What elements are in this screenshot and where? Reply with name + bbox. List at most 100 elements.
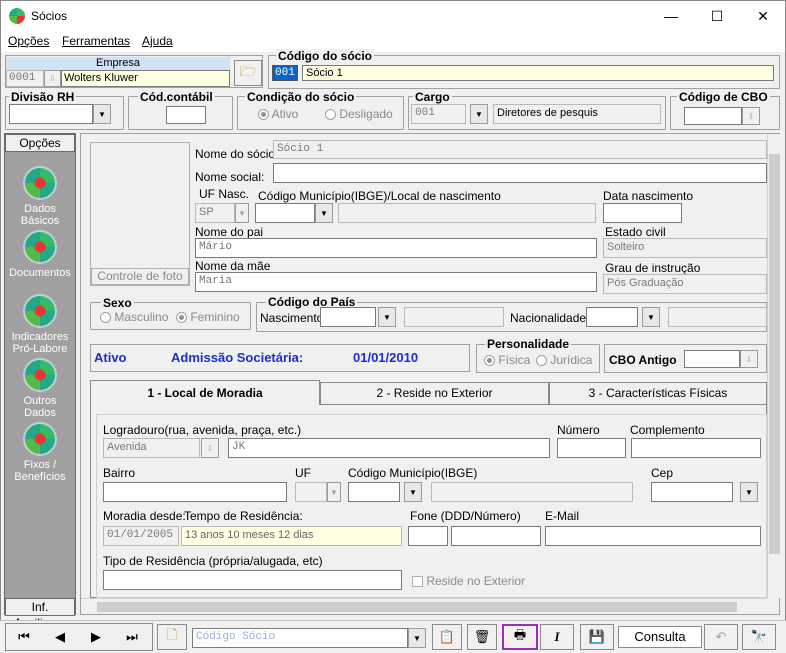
socio-code-input[interactable]: 001 [272,65,298,81]
moradia-desde-input[interactable]: 01/01/2005 [103,526,179,546]
search-socio-input[interactable]: Código Sócio [192,628,408,648]
municipio-nasc-code-input[interactable] [255,203,315,223]
foto-button[interactable]: Controle de foto [91,268,189,285]
tab-caracteristicas-fisicas[interactable]: 3 - Características Físicas [549,382,767,404]
masculino-radio[interactable]: Masculino [100,310,168,324]
close-button[interactable]: ✕ [740,1,786,31]
uf-select[interactable] [295,482,327,502]
divisao-dropdown[interactable]: ▼ [93,104,111,124]
report-button[interactable]: 📋 [432,624,462,650]
logradouro-tipo-lookup[interactable]: ⇩ [201,438,219,458]
cbo-antigo-lookup[interactable]: ⇩ [740,350,758,368]
italic-button[interactable]: I [540,624,574,650]
feminino-radio[interactable]: Feminino [176,310,240,324]
personalidade-title: Personalidade [485,337,572,351]
title-bar: Sócios — ☐ ✕ [0,0,786,30]
bairro-input[interactable] [103,482,287,502]
empresa-lookup-button[interactable]: ⇩ [44,70,61,87]
print-button[interactable]: 🖶 [502,624,538,650]
numero-input[interactable] [557,438,626,458]
estado-civil-select[interactable]: Solteiro [603,238,767,258]
uf-nasc-dropdown[interactable]: ▼ [235,203,249,223]
radio-icon [100,312,111,324]
municipio-dropdown[interactable]: ▼ [404,482,422,502]
pai-input[interactable]: Mário [195,238,597,258]
nome-social-input[interactable] [273,163,767,183]
tab-reside-exterior[interactable]: 2 - Reside no Exterior [320,382,549,404]
condicao-ativo-radio[interactable]: Ativo [258,107,298,121]
new-document-button[interactable]: 🗋 [157,624,187,650]
cep-input[interactable] [651,482,733,502]
mae-input[interactable]: Maria [195,272,597,292]
complemento-input[interactable] [631,438,761,458]
nacionalidade-dropdown[interactable]: ▼ [642,307,660,327]
find-button[interactable]: 🔭 [742,624,776,650]
scrollbar-thumb[interactable] [769,154,780,554]
tab-local-moradia[interactable]: 1 - Local de Moradia [90,380,320,405]
socio-name-input[interactable]: Sócio 1 [302,65,774,81]
delete-button[interactable]: 🗑 [467,624,497,650]
municipio-nasc-dropdown[interactable]: ▼ [315,203,333,223]
municipio-label: Código Município(IBGE) [348,466,478,480]
nacionalidade-input[interactable] [586,307,638,327]
divisao-input[interactable] [9,104,93,124]
juridica-radio[interactable]: Jurídica [536,353,592,367]
fone-ddd-input[interactable] [408,526,448,546]
condicao-desligado-radio[interactable]: Desligado [325,107,393,121]
cbo-antigo-input[interactable] [684,350,740,368]
sexo-title: Sexo [101,296,134,310]
pais-nascimento-input[interactable] [320,307,376,327]
sidebar-item-fixos-beneficios[interactable]: Fixos / Benefícios [5,422,75,483]
report-icon: 📋 [438,629,456,644]
contabil-input[interactable] [166,106,206,124]
vertical-scrollbar[interactable] [767,134,780,598]
sidebar-footer-button[interactable]: Inf. Auxiliares [5,598,75,630]
data-nasc-input[interactable] [603,203,682,223]
open-folder-button[interactable]: 🗁 [234,60,262,86]
previous-record-button[interactable]: ◀ [42,624,78,650]
empresa-code-input[interactable]: 0001 [6,70,44,87]
nome-socio-input[interactable]: Sócio 1 [273,140,767,159]
globe-icon [23,294,57,328]
logradouro-label: Logradouro(rua, avenida, praça, etc.) [103,423,302,437]
sidebar-item-documentos[interactable]: Documentos [5,230,75,279]
uf-dropdown[interactable]: ▼ [327,482,341,502]
sidebar-item-label: Dados Básicos [20,203,60,227]
cbo-lookup-button[interactable]: ⇩ [742,107,760,125]
logradouro-tipo-input[interactable]: Avenida [103,438,200,458]
pais-nascimento-dropdown[interactable]: ▼ [378,307,396,327]
cargo-dropdown[interactable]: ▼ [470,104,488,124]
last-record-button[interactable]: ⏭ [114,624,150,650]
grau-select[interactable]: Pós Graduação [603,274,767,294]
cargo-code-input[interactable]: 001 [411,104,466,124]
next-record-button[interactable]: ▶ [78,624,114,650]
municipio-input[interactable] [348,482,400,502]
scrollbar-thumb[interactable] [97,602,737,612]
minimize-button[interactable]: — [648,1,694,31]
logradouro-input[interactable]: JK [228,438,550,458]
save-button[interactable]: 💾 [580,624,614,650]
tipo-residencia-input[interactable] [103,570,402,590]
sidebar-item-dados-basicos[interactable]: Dados Básicos [5,166,75,227]
feminino-label: Feminino [190,310,240,324]
fone-numero-input[interactable] [451,526,541,546]
municipio-nasc-label: Código Município(IBGE)/Local de nascimen… [258,189,501,203]
reside-exterior-checkbox[interactable]: Reside no Exterior [412,574,525,588]
empresa-name-input[interactable]: Wolters Kluwer [61,70,230,87]
menu-ferramentas[interactable]: Ferramentas [62,34,130,48]
uf-nasc-select[interactable]: SP [195,203,235,223]
undo-button[interactable]: ↶ [704,624,738,650]
email-input[interactable] [545,526,761,546]
radio-icon [258,109,269,121]
sidebar-item-outros-dados[interactable]: Outros Dados [5,358,75,419]
cep-dropdown[interactable]: ▼ [740,482,758,502]
first-record-button[interactable]: ⏮ [6,624,42,650]
menu-ajuda[interactable]: Ajuda [142,34,173,48]
maximize-button[interactable]: ☐ [694,1,740,31]
sidebar-item-indicadores[interactable]: Indicadores Pró-Labore [5,294,75,355]
menu-opcoes[interactable]: Opções [8,34,49,48]
cbo-input[interactable] [684,107,742,125]
fisica-radio[interactable]: Física [484,353,530,367]
horizontal-scrollbar[interactable] [81,598,767,614]
search-socio-dropdown[interactable]: ▼ [408,628,426,648]
